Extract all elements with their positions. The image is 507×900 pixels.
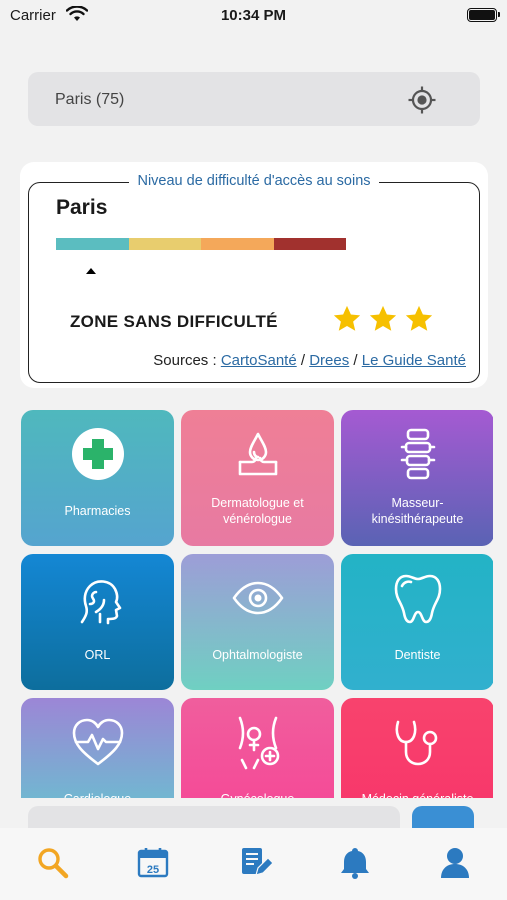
status-time: 10:34 PM — [220, 7, 287, 24]
star-icon — [333, 305, 361, 331]
user-icon — [441, 848, 469, 878]
svg-text:25: 25 — [147, 864, 159, 876]
spine-icon — [400, 428, 435, 480]
tab-notifications[interactable] — [335, 842, 375, 882]
scale-segment — [273, 238, 346, 250]
category-label: Masseur-kinésithérapeute — [371, 496, 464, 526]
scale-segment — [128, 238, 201, 250]
calendar-icon: 25 — [137, 848, 169, 878]
female-body-icon — [238, 716, 279, 770]
category-tile[interactable]: Masseur-kinésithérapeute — [341, 410, 493, 546]
category-label: Médecin généraliste — [349, 782, 486, 798]
ear-nose-throat-icon — [80, 580, 121, 625]
scale-segment — [56, 238, 129, 250]
source-link-guide-sante[interactable]: Le Guide Santé — [362, 352, 466, 369]
location-search-field[interactable]: Paris (75) — [28, 72, 480, 126]
stethoscope-icon — [395, 720, 437, 766]
zone-label: ZONE SANS DIFFICULTÉ — [70, 312, 278, 331]
category-tile[interactable]: Gynécologue — [181, 698, 334, 798]
difficulty-scale — [56, 238, 346, 250]
tab-search[interactable] — [32, 842, 72, 882]
search-value: Paris (75) — [55, 91, 125, 108]
category-tile[interactable]: Dentiste — [341, 554, 493, 690]
pharmacy-cross-icon — [71, 428, 124, 480]
category-label: Dermatologue et vénérologue — [211, 496, 304, 526]
skin-drop-icon — [238, 432, 277, 476]
status-bar: Carrier 10:34 PM — [0, 0, 507, 32]
category-tile[interactable]: Ophtalmologiste — [181, 554, 334, 690]
category-tile[interactable]: ORL — [21, 554, 174, 690]
battery-icon — [467, 8, 500, 22]
tooth-icon — [394, 574, 441, 624]
tab-documents[interactable] — [235, 842, 275, 882]
category-tile[interactable]: Dermatologue et vénérologue — [181, 410, 334, 546]
category-label: Pharmacies — [64, 504, 131, 518]
category-label: Cardiologue — [29, 782, 166, 798]
bottom-action-button-partial — [412, 806, 474, 828]
heart-pulse-icon — [72, 718, 123, 766]
category-tile[interactable]: Cardiologue — [21, 698, 174, 798]
source-link-cartosante[interactable]: CartoSanté — [221, 352, 297, 369]
category-label: Ophtalmologiste — [212, 648, 303, 662]
sources-line: Sources : CartoSanté / Drees / Le Guide … — [153, 352, 466, 369]
bell-icon — [341, 848, 369, 879]
category-tile[interactable]: Pharmacies — [21, 410, 174, 546]
eye-icon — [232, 581, 283, 615]
bottom-search-field-partial — [28, 806, 400, 828]
sources-label: Sources : — [153, 352, 217, 369]
scale-segment — [201, 238, 274, 250]
source-separator: / — [300, 352, 306, 369]
access-difficulty-card: Niveau de difficulté d'accès au soins Pa… — [20, 162, 488, 388]
specialty-grid: Pharmacies Dermatologue et vénérologue M… — [21, 410, 493, 798]
category-tile[interactable]: Médecin généraliste — [341, 698, 493, 798]
city-name: Paris — [56, 196, 108, 219]
tab-bar: 25 — [0, 828, 507, 900]
star-icon — [369, 305, 397, 331]
document-edit-icon — [242, 848, 272, 876]
search-icon — [38, 848, 69, 879]
source-separator: / — [353, 352, 358, 369]
level-indicator-icon — [86, 268, 96, 274]
source-link-drees[interactable]: Drees — [309, 352, 349, 369]
category-label: ORL — [84, 648, 111, 662]
tab-profile[interactable] — [435, 842, 475, 882]
card-legend: Niveau de difficulté d'accès au soins — [20, 172, 488, 190]
category-label: Gynécologue — [189, 782, 326, 798]
tab-calendar[interactable]: 25 — [133, 842, 173, 882]
rating-stars — [332, 304, 434, 334]
star-icon — [405, 305, 433, 331]
legend-text: Niveau de difficulté d'accès au soins — [129, 173, 379, 189]
locate-icon[interactable] — [408, 86, 436, 114]
category-label: Dentiste — [394, 648, 441, 662]
